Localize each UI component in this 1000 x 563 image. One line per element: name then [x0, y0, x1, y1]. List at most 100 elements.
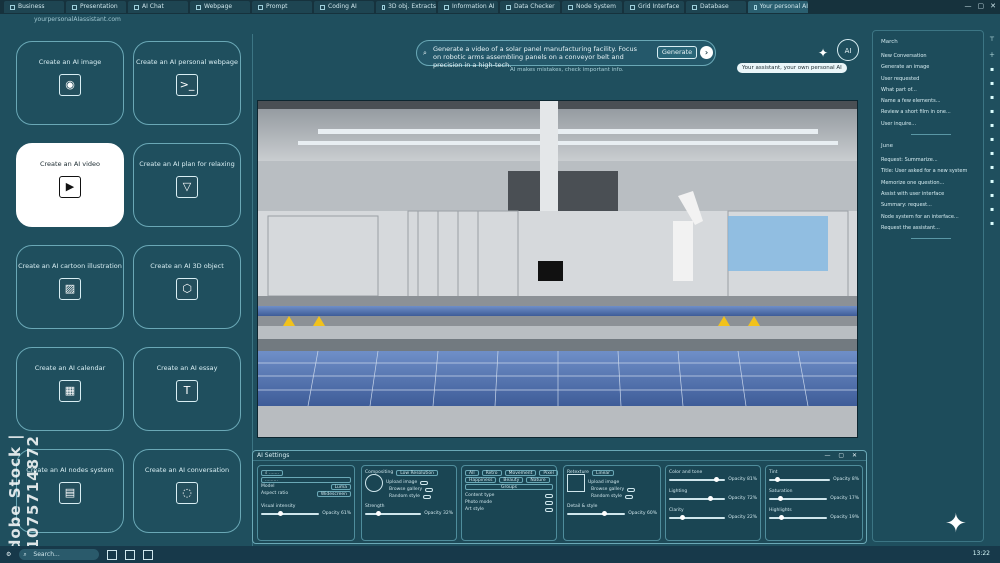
browser-tab[interactable]: Data Checker — [500, 1, 560, 13]
ai-avatar[interactable]: AI — [837, 39, 859, 61]
create-card[interactable]: Create an AI plan for relaxing ▽ — [133, 143, 241, 227]
tool-icon[interactable]: ▪ — [990, 192, 994, 199]
browser-tab[interactable]: AI Chat — [128, 1, 188, 13]
style-tag[interactable]: Movement — [504, 469, 537, 476]
taskbar-search[interactable]: ⌕ Search... — [19, 549, 100, 560]
art-style-toggle[interactable] — [545, 507, 553, 512]
attach-icon[interactable]: ⌕ — [423, 49, 427, 57]
tool-icon[interactable]: ▪ — [990, 94, 994, 101]
prompt-bar[interactable]: ⌕ Generate a video of a solar panel manu… — [416, 40, 716, 69]
retexture-mode-select[interactable]: Linear — [591, 469, 614, 476]
model-select[interactable]: Luma — [330, 483, 351, 490]
browse-gallery-toggle[interactable] — [425, 487, 434, 492]
history-item[interactable]: Node system for an interface... — [873, 212, 983, 223]
photo-mode-toggle[interactable] — [545, 500, 553, 505]
history-item[interactable]: Assist with user interface — [873, 189, 983, 200]
detail-style-slider[interactable] — [567, 510, 626, 516]
pin-icon[interactable]: ⊤ — [989, 36, 994, 43]
maximize-icon[interactable]: ▢ — [978, 2, 985, 10]
tool-icon[interactable]: ▪ — [990, 66, 994, 73]
minimize-icon[interactable]: — — [965, 2, 972, 10]
tool-icon[interactable]: ▪ — [990, 220, 994, 227]
app-icon[interactable] — [143, 549, 154, 560]
address-bar[interactable]: yourpersonalAIassistant.com — [4, 15, 244, 25]
model-search-field[interactable]: ⌕ ....... — [261, 469, 283, 476]
slider-label-row: Color and tone — [669, 469, 757, 476]
tool-icon[interactable]: ▪ — [990, 150, 994, 157]
browser-tab[interactable]: Presentation — [66, 1, 126, 13]
browser-tab[interactable]: 3D obj. Extracts — [376, 1, 436, 13]
history-item[interactable]: What part of... — [873, 85, 983, 96]
retexture-random-toggle[interactable] — [624, 494, 633, 499]
settings-window-controls[interactable]: — ▢ ✕ — [824, 452, 860, 459]
create-card[interactable]: Create an AI personal webpage >_ — [133, 41, 241, 125]
close-icon[interactable]: ✕ — [990, 2, 996, 10]
tool-icon[interactable]: ▪ — [990, 178, 994, 185]
tool-icon[interactable]: ▪ — [990, 206, 994, 213]
generate-button[interactable]: Generate — [657, 46, 697, 59]
aspect-ratio-select[interactable]: Widescreen — [316, 490, 351, 497]
app-icon[interactable] — [107, 549, 118, 560]
retexture-browse-toggle[interactable] — [627, 487, 636, 492]
style-tag[interactable]: Retro — [481, 469, 502, 476]
strength-slider[interactable] — [365, 510, 422, 516]
history-item[interactable]: Request: Summarize... — [873, 155, 983, 166]
add-icon[interactable]: ＋ — [989, 50, 995, 59]
video-preview[interactable] — [257, 100, 858, 438]
browser-tab[interactable]: Information AI — [438, 1, 498, 13]
upload-image-toggle[interactable] — [420, 480, 429, 485]
history-item[interactable]: Review a short film in one... — [873, 107, 983, 118]
slider[interactable] — [769, 495, 828, 501]
random-style-toggle[interactable] — [422, 494, 431, 499]
history-item[interactable]: Memorize one question... — [873, 178, 983, 189]
style-tag[interactable]: Pixel — [539, 469, 558, 476]
history-item[interactable]: User requested — [873, 74, 983, 85]
content-type-toggle[interactable] — [545, 493, 553, 498]
browser-tab[interactable]: Grid Interface — [624, 1, 684, 13]
tool-icon[interactable]: ▪ — [990, 122, 994, 129]
tool-icon[interactable]: ▪ — [990, 80, 994, 87]
frame-icon[interactable] — [567, 473, 585, 492]
history-item[interactable]: Generate an image — [873, 62, 983, 73]
slider[interactable] — [669, 476, 726, 482]
create-card[interactable]: Create an AI image ◉ — [16, 41, 124, 125]
create-card[interactable]: Create an AI conversation ◌ — [133, 449, 241, 533]
tool-icon[interactable]: ▪ — [990, 108, 994, 115]
history-item[interactable]: User inquire... — [873, 119, 983, 130]
compositing-mode-select[interactable]: Low Resolution — [396, 469, 439, 476]
tool-icon[interactable]: ▪ — [990, 164, 994, 171]
create-card[interactable]: Create an AI essay T — [133, 347, 241, 431]
history-item[interactable]: Name a few elements... — [873, 96, 983, 107]
prompt-field[interactable]: ......... — [261, 476, 351, 483]
browser-tab[interactable]: Prompt — [252, 1, 312, 13]
style-tag[interactable]: Happiness — [465, 476, 497, 483]
browser-tab[interactable]: Webpage — [190, 1, 250, 13]
folder-icon[interactable] — [125, 549, 136, 560]
start-icon[interactable]: ⚙ — [6, 551, 11, 558]
arrow-right-icon[interactable]: › — [700, 46, 713, 59]
slider[interactable] — [669, 495, 726, 501]
tool-icon[interactable]: ▪ — [990, 136, 994, 143]
style-tag[interactable]: All — [465, 469, 479, 476]
history-item[interactable]: New Conversation — [873, 51, 983, 62]
history-item[interactable]: Summary: request... — [873, 200, 983, 211]
groups-button[interactable]: Groups — [465, 483, 553, 490]
browser-tab[interactable]: Node System — [562, 1, 622, 13]
history-item[interactable]: Title: User asked for a new system — [873, 166, 983, 177]
create-card[interactable]: Create an AI 3D object ⬡ — [133, 245, 241, 329]
style-tag[interactable]: Nature — [526, 476, 550, 483]
browser-tab[interactable]: Coding AI — [314, 1, 374, 13]
slider[interactable] — [769, 514, 828, 520]
history-item[interactable]: Request the assistant... — [873, 223, 983, 234]
style-tag[interactable]: Beauty — [499, 476, 524, 483]
slider[interactable] — [669, 514, 726, 520]
upload-image-icon[interactable] — [365, 473, 383, 492]
browser-tab[interactable]: Your personal AI — [748, 1, 808, 13]
browser-tab[interactable]: Database — [686, 1, 746, 13]
prompt-text[interactable]: Generate a video of a solar panel manufa… — [433, 45, 638, 69]
create-card[interactable]: Create an AI video ▶ — [16, 143, 124, 227]
slider[interactable] — [769, 476, 831, 482]
slider-value: Opacity 19% — [830, 515, 859, 520]
intensity-slider[interactable] — [261, 510, 320, 516]
browser-tab[interactable]: Business — [4, 1, 64, 13]
